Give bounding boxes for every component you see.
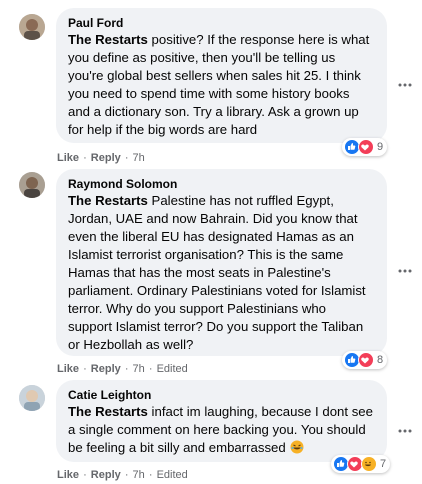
avatar[interactable] [19, 172, 45, 198]
edited-label: Edited [156, 469, 188, 481]
comment-author[interactable]: Raymond Solomon [68, 176, 375, 192]
timestamp[interactable]: 7h [133, 363, 145, 375]
comment-bubble: Catie Leighton The Restarts infact im la… [56, 380, 387, 462]
comment-author[interactable]: Paul Ford [68, 15, 375, 31]
separator-dot: · [80, 152, 90, 164]
avatar[interactable] [19, 385, 45, 411]
avatar-photo [19, 385, 45, 411]
separator-dot: · [145, 363, 156, 375]
separator-dot: · [121, 469, 132, 481]
reaction-count: 9 [377, 141, 384, 153]
mention-link[interactable]: The Restarts [68, 32, 148, 47]
like-link[interactable]: Like [57, 469, 79, 481]
comment-text: The Restarts infact im laughing, because… [68, 403, 375, 457]
separator-dot: · [121, 363, 132, 375]
reply-link[interactable]: Reply [91, 469, 121, 481]
timestamp[interactable]: 7h [133, 152, 145, 164]
laughing-emoji-icon [290, 440, 304, 454]
comment-bubble: Raymond Solomon The Restarts Palestine h… [56, 169, 387, 356]
comment-body: positive? If the response here is what y… [68, 32, 370, 137]
more-options-icon[interactable] [398, 420, 412, 433]
separator-dot: · [145, 469, 156, 481]
love-reaction-icon [358, 352, 374, 368]
love-reaction-icon [358, 139, 374, 155]
comment-body: Palestine has not ruffled Egypt, Jordan,… [68, 193, 366, 352]
reaction-count: 8 [377, 354, 384, 366]
avatar[interactable] [19, 14, 45, 40]
comment-actions: Like · Reply · 7h · Edited [57, 468, 188, 482]
mention-link[interactable]: The Restarts [68, 404, 148, 419]
reaction-summary[interactable]: 8 [342, 351, 388, 369]
more-options-icon[interactable] [398, 260, 412, 273]
comment-text: The Restarts Palestine has not ruffled E… [68, 192, 375, 354]
avatar-photo [19, 14, 45, 40]
comment-actions: Like · Reply · 7h · Edited [57, 362, 188, 376]
mention-link[interactable]: The Restarts [68, 193, 148, 208]
reaction-summary[interactable]: 9 [342, 138, 388, 156]
comment-actions: Like · Reply · 7h [57, 151, 145, 165]
separator-dot: · [121, 152, 132, 164]
avatar-photo [19, 172, 45, 198]
like-link[interactable]: Like [57, 152, 79, 164]
reaction-summary[interactable]: 7 [331, 455, 391, 473]
edited-label: Edited [156, 363, 188, 375]
comment-bubble: Paul Ford The Restarts positive? If the … [56, 8, 387, 143]
separator-dot: · [80, 469, 90, 481]
like-link[interactable]: Like [57, 363, 79, 375]
reply-link[interactable]: Reply [91, 363, 121, 375]
reaction-count: 7 [380, 458, 387, 470]
timestamp[interactable]: 7h [133, 469, 145, 481]
separator-dot: · [80, 363, 90, 375]
more-options-icon[interactable] [398, 74, 412, 87]
haha-reaction-icon [361, 456, 377, 472]
comment-text: The Restarts positive? If the response h… [68, 31, 375, 139]
reply-link[interactable]: Reply [91, 152, 121, 164]
comment-author[interactable]: Catie Leighton [68, 387, 375, 403]
